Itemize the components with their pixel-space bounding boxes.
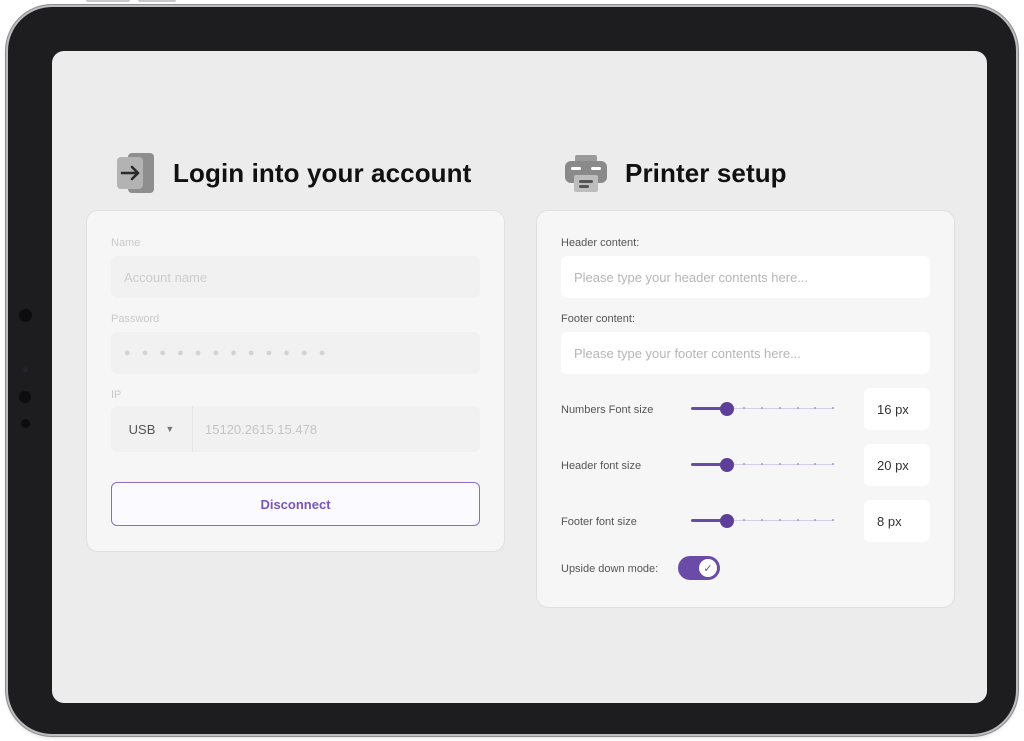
ip-input[interactable]: 15120.2615.15.478 xyxy=(193,406,480,452)
camera-dot xyxy=(19,309,32,322)
footer-font-size-value[interactable]: 8 px xyxy=(864,500,930,542)
numbers-font-size-label: Numbers Font size xyxy=(561,404,654,416)
volume-button-top-2 xyxy=(138,0,176,2)
ip-label: IP xyxy=(111,389,122,401)
slider-tick xyxy=(779,407,781,409)
screen: Login into your account Name Account nam… xyxy=(52,51,987,703)
slider-tick xyxy=(779,463,781,465)
password-label: Password xyxy=(111,313,160,325)
printer-card: Header content: Please type your header … xyxy=(536,210,955,608)
header-font-size-slider[interactable] xyxy=(691,458,834,472)
slider-tick xyxy=(797,519,799,521)
login-title: Login into your account xyxy=(173,157,472,188)
disconnect-button[interactable]: Disconnect xyxy=(111,482,480,526)
slider-tick xyxy=(797,463,799,465)
slider-tick xyxy=(761,407,763,409)
password-dots: ● ● ● ● ● ● ● ● ● ● ● ● xyxy=(124,347,330,359)
slider-tick xyxy=(743,407,745,409)
slider-tick xyxy=(743,519,745,521)
header-font-size-value[interactable]: 20 px xyxy=(864,444,930,486)
slider-tick xyxy=(743,463,745,465)
connection-type-select[interactable]: USB ▼ xyxy=(111,406,193,452)
slider-tick xyxy=(814,463,816,465)
sensor-dot-3 xyxy=(21,419,30,428)
slider-tick xyxy=(832,519,834,521)
login-card: Name Account name Password ● ● ● ● ● ● ●… xyxy=(86,210,505,552)
sensor-dot xyxy=(23,367,28,372)
tablet-frame: Login into your account Name Account nam… xyxy=(8,0,1016,734)
check-icon: ✓ xyxy=(699,559,717,577)
footer-content-label: Footer content: xyxy=(561,313,635,325)
footer-font-size-label: Footer font size xyxy=(561,516,637,528)
upside-down-label: Upside down mode: xyxy=(561,563,659,575)
login-arrow-icon xyxy=(116,151,156,195)
footer-font-size-slider[interactable] xyxy=(691,514,834,528)
login-heading: Login into your account xyxy=(116,151,471,195)
slider-thumb[interactable] xyxy=(720,402,734,416)
caret-down-icon: ▼ xyxy=(165,424,175,434)
slider-thumb[interactable] xyxy=(720,514,734,528)
slider-tick xyxy=(814,519,816,521)
connection-type-value: USB xyxy=(128,421,156,437)
slider-tick xyxy=(832,407,834,409)
account-name-input[interactable]: Account name xyxy=(111,256,480,298)
numbers-font-size-value[interactable]: 16 px xyxy=(864,388,930,430)
slider-tick xyxy=(797,407,799,409)
header-content-label: Header content: xyxy=(561,237,640,249)
slider-tick xyxy=(779,519,781,521)
printer-title: Printer setup xyxy=(625,157,787,188)
footer-content-input[interactable]: Please type your footer contents here... xyxy=(561,332,930,374)
upside-down-toggle[interactable]: ✓ xyxy=(678,556,720,580)
slider-tick xyxy=(814,407,816,409)
sensor-dot-2 xyxy=(19,391,31,403)
header-font-size-label: Header font size xyxy=(561,460,642,472)
slider-thumb[interactable] xyxy=(720,458,734,472)
slider-tick xyxy=(761,519,763,521)
header-content-input[interactable]: Please type your header contents here... xyxy=(561,256,930,298)
slider-tick xyxy=(832,463,834,465)
printer-heading: Printer setup xyxy=(564,151,787,195)
name-label: Name xyxy=(111,237,141,249)
password-input[interactable]: ● ● ● ● ● ● ● ● ● ● ● ● xyxy=(111,332,480,374)
numbers-font-size-slider[interactable] xyxy=(691,402,834,416)
printer-icon xyxy=(564,151,608,195)
volume-button-top xyxy=(86,0,130,2)
slider-tick xyxy=(761,463,763,465)
